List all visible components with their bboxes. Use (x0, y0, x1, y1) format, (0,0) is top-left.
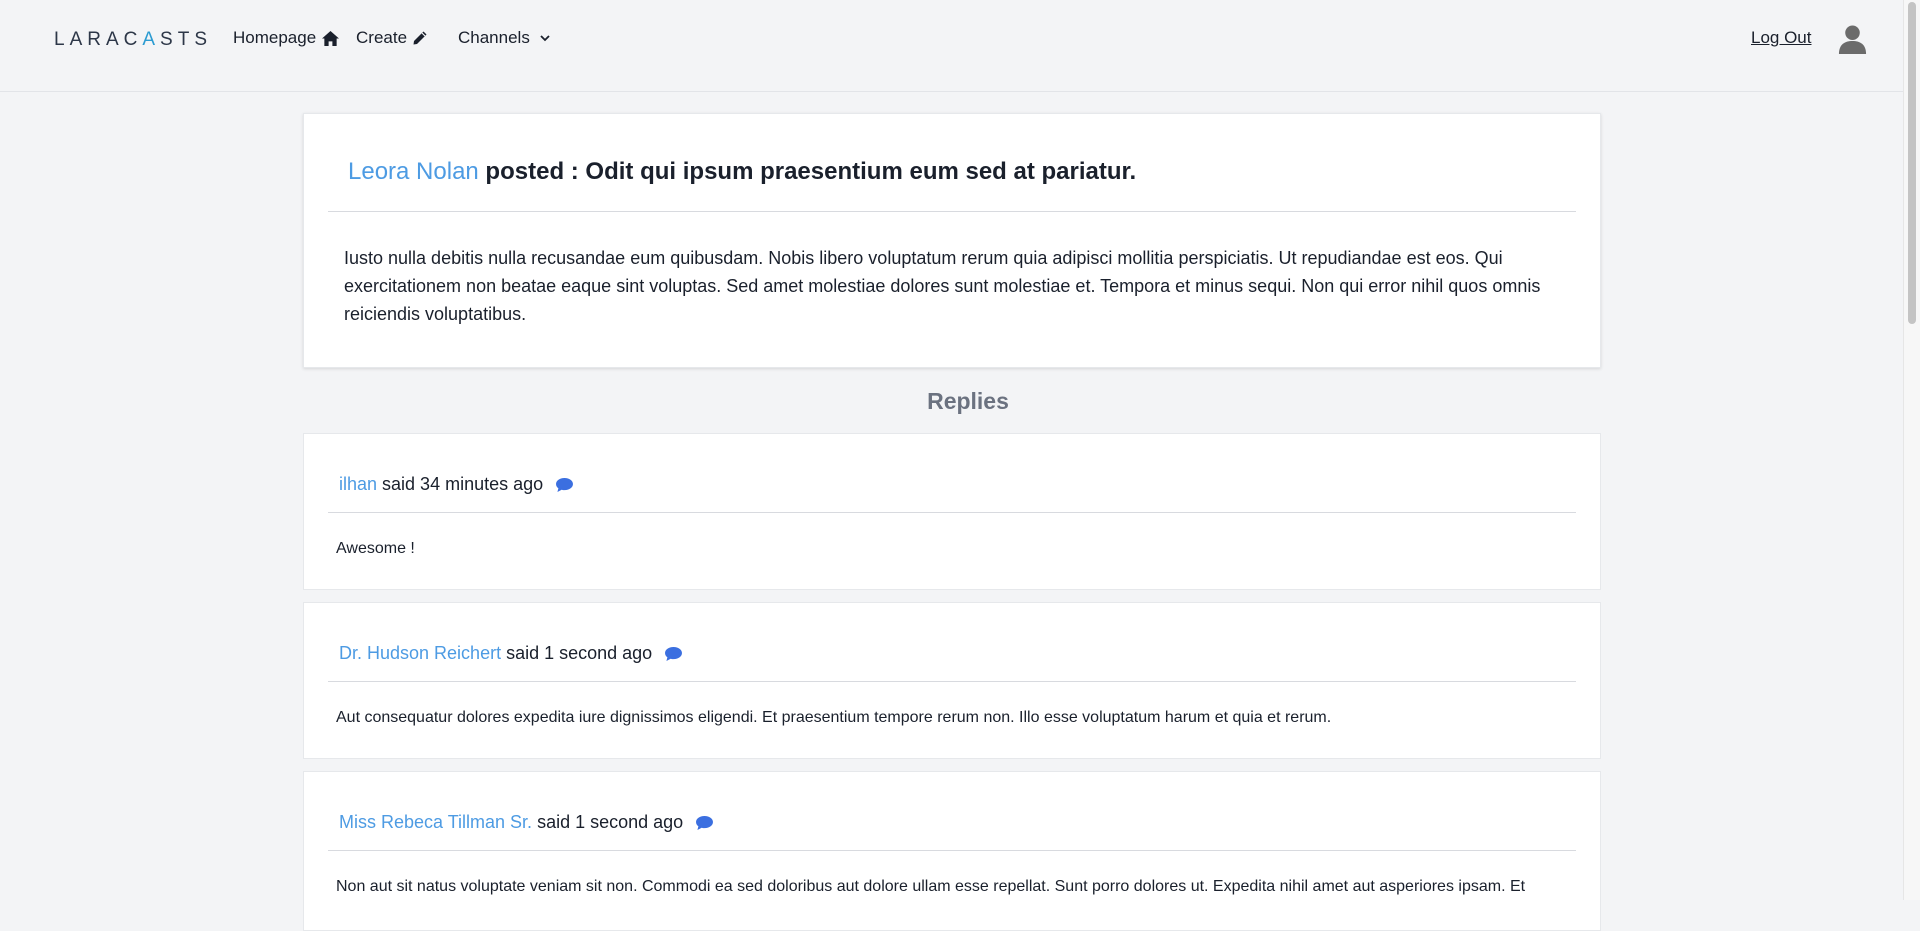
nav-create[interactable]: Create (356, 28, 428, 48)
chevron-down-icon (540, 35, 550, 42)
nav-channels-dropdown[interactable]: Channels (458, 28, 552, 48)
reply-author-link[interactable]: ilhan (339, 474, 377, 495)
reply-author-link[interactable]: Miss Rebeca Tillman Sr. (339, 812, 532, 833)
pencil-icon (413, 31, 427, 45)
reply-divider (328, 850, 1576, 851)
top-navbar: LARAC A STS Homepage Create Channels Log O… (0, 0, 1904, 92)
thread-title-text: posted : Odit qui ipsum praesentium eum … (478, 158, 1137, 185)
thread-card: Leora Nolan posted : Odit qui ipsum prae… (303, 113, 1601, 368)
page-scrollbar[interactable] (1903, 0, 1920, 900)
reply-header: ilhan said 34 minutes ago (339, 474, 574, 495)
reply-timestamp: said 34 minutes ago (382, 474, 544, 494)
logo-text-right: STS (160, 29, 212, 50)
user-icon[interactable] (1837, 24, 1868, 55)
reply-divider (328, 512, 1576, 513)
reply-header: Miss Rebeca Tillman Sr. said 1 second ag… (339, 812, 714, 833)
logout-link[interactable]: Log Out (1751, 28, 1812, 48)
reply-card: Dr. Hudson Reichert said 1 second ago Au… (303, 602, 1601, 759)
laracasts-logo[interactable]: LARAC A STS (54, 29, 212, 51)
nav-homepage-label: Homepage (233, 28, 317, 47)
thread-body: Iusto nulla debitis nulla recusandae eum… (344, 248, 1541, 324)
reply-header: Dr. Hudson Reichert said 1 second ago (339, 643, 683, 664)
logo-text-left: LARAC (54, 29, 143, 50)
reply-body: Aut consequatur dolores expedita iure di… (336, 709, 1332, 726)
logo-text-accent: A (142, 29, 161, 50)
nav-homepage[interactable]: Homepage (233, 28, 340, 48)
reply-author-link[interactable]: Dr. Hudson Reichert (339, 643, 501, 664)
reply-card: ilhan said 34 minutes ago Awesome ! (303, 433, 1601, 590)
comment-icon[interactable] (695, 815, 714, 831)
replies-heading: Replies (927, 388, 1009, 414)
reply-card: Miss Rebeca Tillman Sr. said 1 second ag… (303, 771, 1601, 931)
reply-timestamp: said 1 second ago (506, 643, 653, 663)
reply-body: Awesome ! (336, 540, 415, 557)
comment-icon[interactable] (664, 646, 683, 662)
reply-divider (328, 681, 1576, 682)
reply-timestamp: said 1 second ago (537, 812, 684, 832)
thread-divider (328, 211, 1576, 212)
home-icon (322, 30, 340, 46)
thread-author-link[interactable]: Leora Nolan (348, 158, 479, 185)
comment-icon[interactable] (555, 477, 574, 493)
thread-title: Leora Nolan posted : Odit qui ipsum prae… (348, 158, 1136, 186)
nav-create-label: Create (356, 28, 408, 47)
scrollbar-thumb[interactable] (1908, 2, 1916, 324)
reply-body: Non aut sit natus voluptate veniam sit n… (336, 878, 1526, 895)
nav-channels-label: Channels (458, 28, 530, 47)
